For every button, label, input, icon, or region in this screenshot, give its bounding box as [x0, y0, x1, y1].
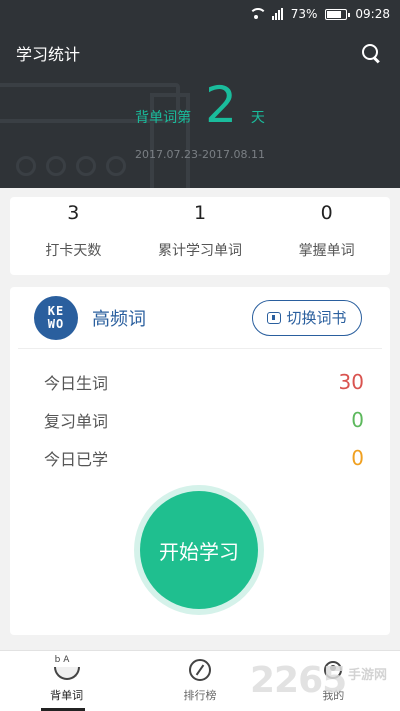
clock: 09:28: [355, 7, 390, 21]
bottom-nav: b A 背单词 排行榜 我的: [0, 650, 400, 711]
person-icon: [317, 657, 349, 683]
word-label: 今日生词: [44, 374, 109, 393]
switch-book-label: 切换词书: [286, 309, 347, 327]
days-count: 2: [205, 76, 237, 134]
date-range: 2017.07.23-2017.08.11: [135, 148, 265, 161]
person-shape-icon: [324, 661, 343, 679]
stat-value: 3: [67, 202, 80, 224]
stats-card: 3 打卡天数 1 累计学习单词 0 掌握单词: [10, 197, 390, 275]
study-days-summary: 背单词第 2 天: [0, 80, 400, 130]
bowl-shape-icon: [53, 667, 80, 680]
word-value: 0: [351, 446, 364, 470]
logo-text: KE WO: [47, 303, 65, 331]
battery-icon: [325, 8, 351, 20]
word-value: 0: [351, 408, 364, 432]
nav-label: 背单词: [50, 689, 84, 702]
stat-label: 打卡天数: [45, 243, 102, 259]
stats-header: 学习统计 背单词第 2 天 2017.07.23-2017.08.11: [0, 28, 400, 188]
stat-total-words: 1 累计学习单词: [137, 197, 264, 275]
search-icon[interactable]: [360, 42, 382, 64]
stat-value: 0: [320, 202, 333, 224]
nav-label: 我的: [322, 689, 345, 702]
word-label: 今日已学: [44, 450, 109, 469]
nav-item-ranking[interactable]: 排行榜: [133, 651, 266, 711]
word-row-new: 今日生词 30: [44, 363, 364, 401]
letters-icon: b A: [54, 655, 70, 665]
word-label: 复习单词: [44, 412, 109, 431]
start-button-ring: 开始学习: [134, 485, 264, 615]
days-prefix: 背单词第: [135, 110, 192, 126]
book-switch-icon: [267, 311, 282, 324]
compass-shape-icon: [188, 659, 211, 681]
stat-label: 掌握单词: [298, 243, 355, 259]
book-name: 高频词: [92, 308, 146, 330]
page-title: 学习统计: [16, 45, 81, 64]
compass-icon: [184, 657, 216, 683]
stat-label: 累计学习单词: [158, 243, 242, 259]
word-book-card: KE WO 高频词 切换词书 今日生词 30 复习单词 0 今日已学 0 开始学…: [10, 287, 390, 635]
wifi-icon: [248, 8, 267, 20]
nav-item-vocabulary[interactable]: b A 背单词: [0, 651, 133, 711]
stat-checkin-days: 3 打卡天数: [10, 197, 137, 275]
book-row: KE WO 高频词 切换词书: [18, 287, 382, 349]
signal-icon: [271, 8, 283, 20]
word-value: 30: [338, 370, 364, 394]
word-row-review: 复习单词 0: [44, 401, 364, 439]
stat-mastered-words: 0 掌握单词: [263, 197, 390, 275]
battery-percent: 73%: [290, 7, 318, 21]
kewo-logo: KE WO: [34, 295, 78, 340]
bowl-icon: b A: [51, 655, 83, 683]
switch-book-button[interactable]: 切换词书: [252, 299, 362, 336]
today-word-stats: 今日生词 30 复习单词 0 今日已学 0: [10, 349, 390, 477]
word-row-learned: 今日已学 0: [44, 439, 364, 477]
days-suffix: 天: [250, 110, 265, 126]
nav-item-profile[interactable]: 我的: [267, 651, 400, 711]
start-study-button[interactable]: 开始学习: [140, 491, 258, 609]
stat-value: 1: [193, 202, 207, 224]
status-bar: 73% 09:28: [0, 0, 400, 28]
nav-label: 排行榜: [183, 689, 217, 702]
